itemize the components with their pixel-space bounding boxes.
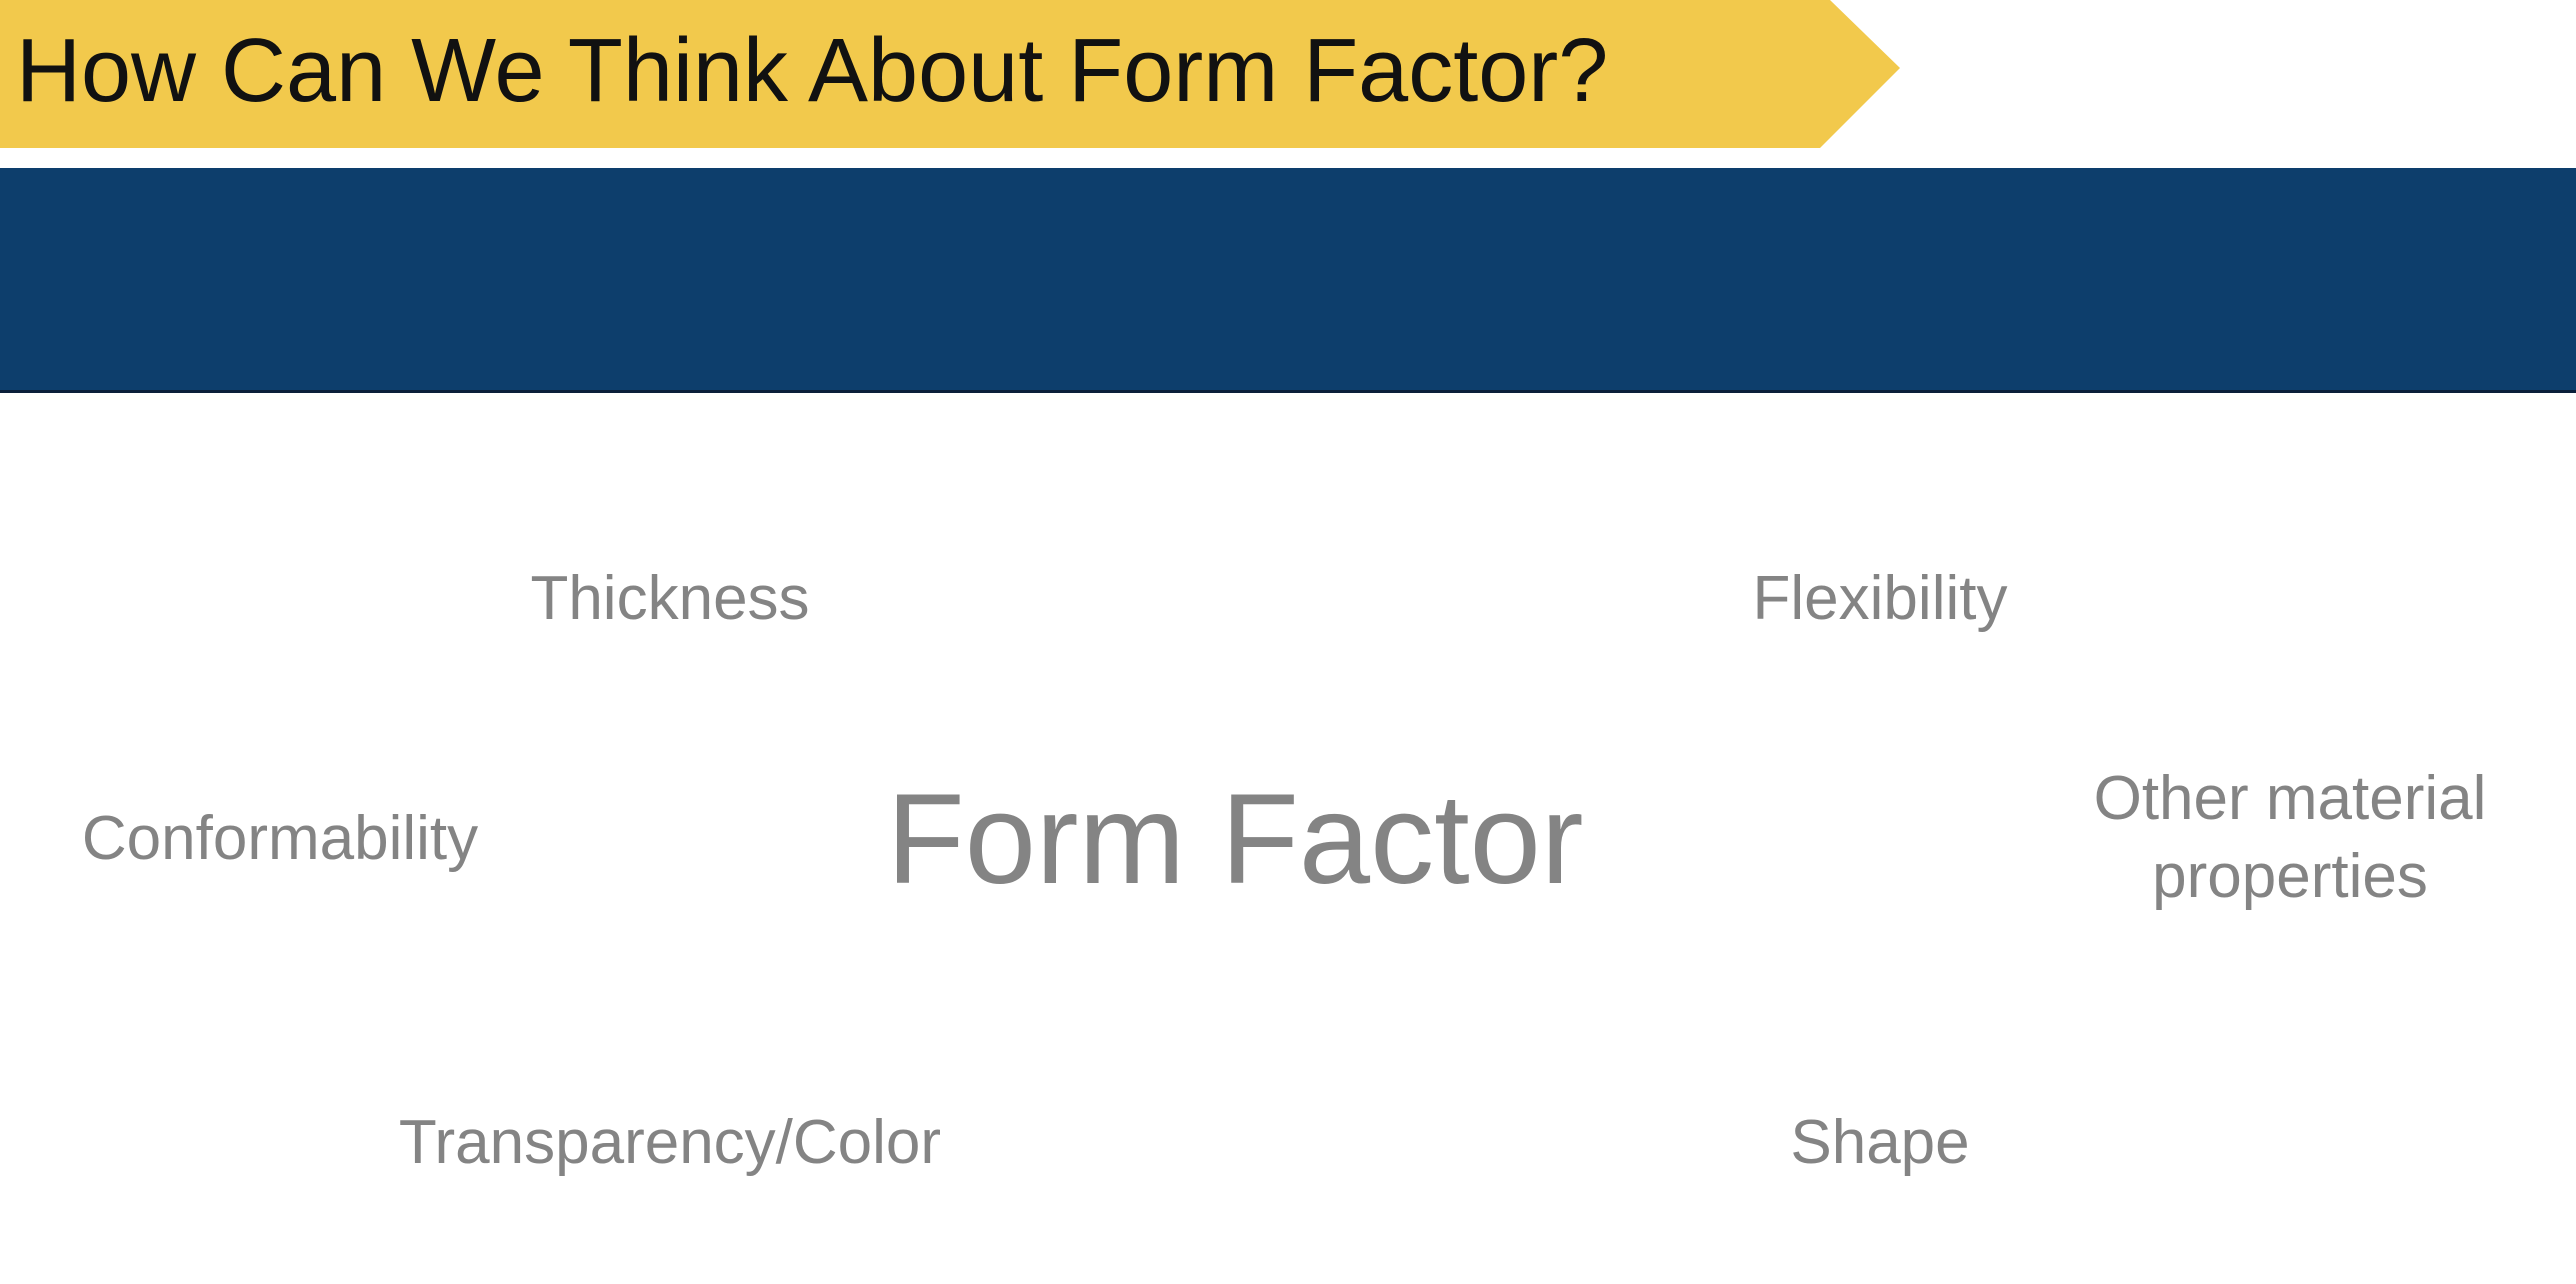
slide-title: How Can We Think About Form Factor?: [16, 21, 1609, 121]
term-shape: Shape: [1790, 1108, 1970, 1177]
header-band: [0, 168, 2576, 393]
term-other-material-properties: Other material properties: [2093, 764, 2487, 911]
slide: How Can We Think About Form Factor? Thic…: [0, 0, 2576, 1284]
term-conformability: Conformability: [81, 804, 479, 873]
center-term: Form Factor: [886, 768, 1584, 911]
term-thickness: Thickness: [530, 564, 810, 633]
term-flexibility: Flexibility: [1752, 564, 2008, 633]
title-banner: How Can We Think About Form Factor?: [0, 0, 1900, 148]
term-transparency-color: Transparency/Color: [398, 1108, 942, 1177]
